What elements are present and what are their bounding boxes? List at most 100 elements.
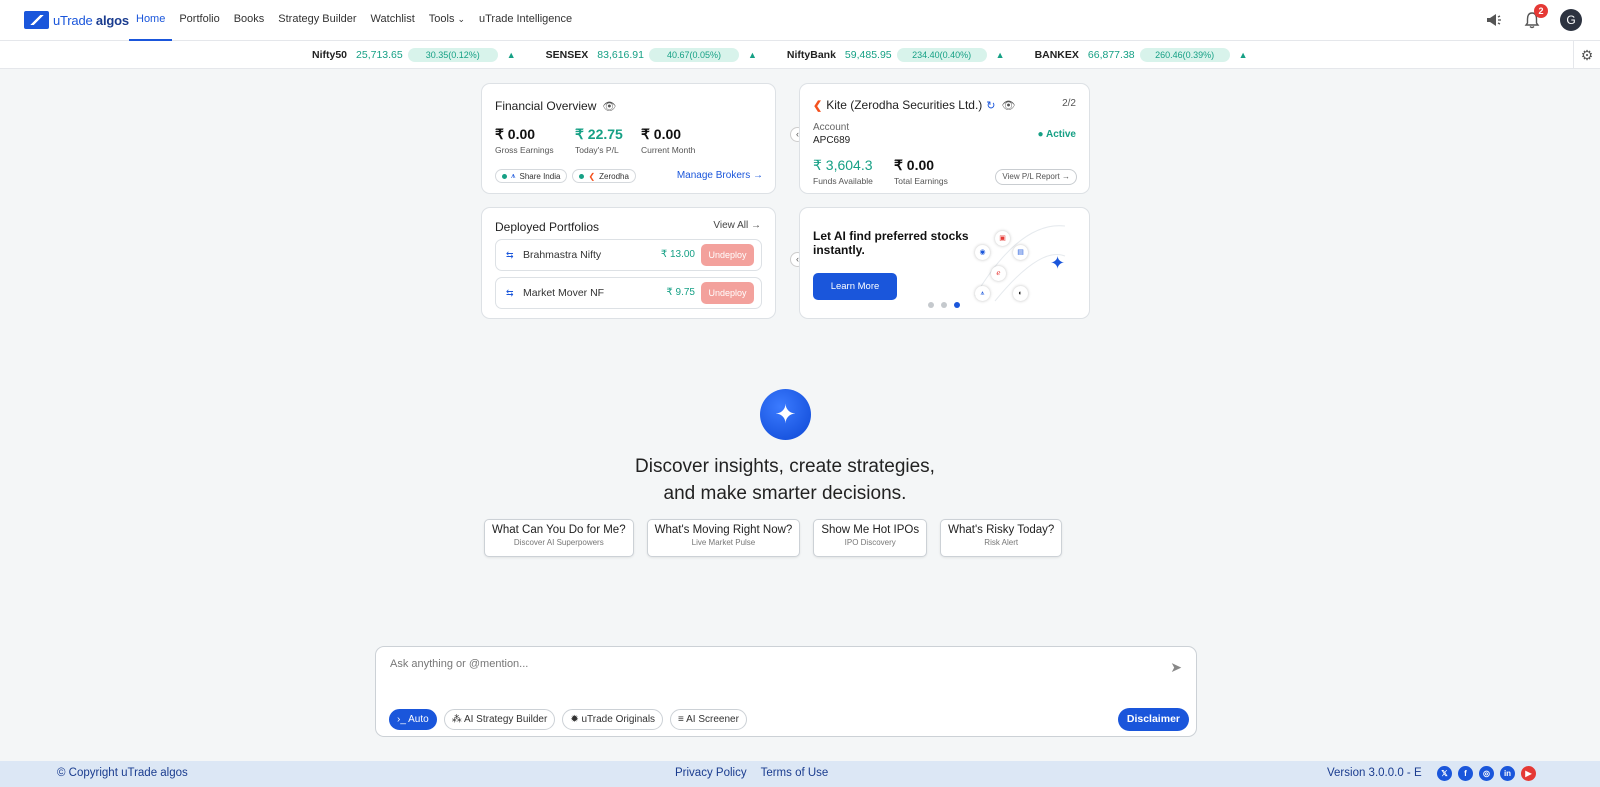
stat-value: ₹ 0.00 — [495, 126, 536, 142]
youtube-icon[interactable]: ▶ — [1521, 766, 1536, 781]
terms-of-use-link[interactable]: Terms of Use — [761, 767, 829, 779]
ticker-name: BANKEX — [1034, 49, 1079, 61]
ai-promo-headline: Let AI find preferred stocks instantly. — [813, 229, 969, 257]
disclaimer-button[interactable]: Disclaimer — [1117, 708, 1189, 731]
stat-todays-pl: ₹ 22.75 Today's P/L — [575, 126, 623, 155]
account-status-badge: ● Active — [1037, 129, 1076, 140]
status-dot — [579, 173, 585, 179]
portfolio-name: Brahmastra Nifty — [523, 249, 602, 261]
broker-chip-zerodha[interactable]: ❮ Zerodha — [572, 169, 636, 183]
brand-logo[interactable]: uTrade algos — [24, 11, 129, 29]
undeploy-button[interactable]: Undeploy — [701, 282, 754, 304]
suggested-prompt-button[interactable]: What's Moving Right Now? Live Market Puls… — [646, 519, 801, 557]
deployed-portfolios-card: Deployed Portfolios View All → ⇆ Brahmas… — [481, 207, 776, 319]
ticker-name: SENSEX — [545, 49, 589, 61]
undeploy-button[interactable]: Undeploy — [701, 244, 754, 266]
stock-logo-icon: ◉ — [975, 245, 990, 260]
stat-label: Total Earnings — [894, 176, 948, 186]
carousel-dot[interactable] — [941, 302, 947, 308]
stat-value: ₹ 22.75 — [575, 126, 623, 142]
hero-line-2: and make smarter decisions. — [663, 483, 907, 504]
view-all-link[interactable]: View All → — [713, 220, 761, 231]
financial-overview-title: Financial Overview 👁 — [495, 99, 617, 113]
nav-tools-label: Tools — [428, 13, 455, 25]
market-ticker: Nifty50 25,713.65 30.35(0.12%) ▲ SENSEX 83,61… — [0, 41, 1600, 69]
tool-label: Auto — [408, 714, 429, 725]
megaphone-icon[interactable] — [1484, 10, 1504, 30]
learn-more-button[interactable]: Learn More — [813, 273, 897, 300]
linkedin-icon[interactable]: in — [1500, 766, 1515, 781]
stock-logo-icon: ⩚ — [975, 286, 990, 301]
notification-bell-icon[interactable]: 2 — [1522, 4, 1548, 30]
ticker-value: 59,485.95 — [844, 49, 892, 61]
portfolio-row[interactable]: ⇆ Brahmastra Nifty ₹ 13.00 Undeploy — [495, 239, 762, 271]
ticker-item[interactable]: NiftyBank 59,485.95 234.40(0.40%) ▲ — [787, 48, 1005, 62]
stat-label: Current Month — [641, 145, 696, 155]
sparkle-icon: ✦ — [1050, 253, 1066, 273]
suggested-prompt-button[interactable]: What Can You Do for Me? Discover AI Super… — [484, 519, 634, 557]
broker-chip-label: Share India — [519, 171, 561, 181]
suggested-prompt-button[interactable]: What's Risky Today? Risk Alert — [940, 519, 1063, 557]
tool-auto[interactable]: ›_ Auto — [389, 709, 437, 730]
arrow-up-icon: ▲ — [747, 50, 757, 60]
manage-brokers-link[interactable]: Manage Brokers → — [677, 170, 763, 181]
nav-utrade-intelligence[interactable]: uTrade Intelligence — [472, 0, 579, 41]
carousel-dot[interactable] — [954, 302, 960, 308]
ticker-value: 83,616.91 — [597, 49, 644, 61]
broker-card-header: ❮ Kite (Zerodha Securities Ltd.) ↻ 👁 — [813, 98, 1015, 112]
hero-line-1: Discover insights, create strategies, — [635, 456, 935, 477]
tool-ai-screener[interactable]: ≡ AI Screener — [670, 709, 747, 730]
carousel-dot[interactable] — [928, 302, 934, 308]
stock-logo-icon: ▤ — [1013, 245, 1028, 260]
broker-chips: ⩚ Share India ❮ Zerodha — [495, 169, 636, 183]
share-india-logo-icon: ⩚ — [511, 171, 516, 180]
ticker-item[interactable]: Nifty50 25,713.65 30.35(0.12%) ▲ — [312, 48, 516, 62]
instagram-icon[interactable]: ◎ — [1479, 766, 1494, 781]
ticker-change-badge: 234.40(0.40%) — [896, 48, 987, 62]
ticker-name: NiftyBank — [786, 49, 836, 61]
account-label: Account — [813, 122, 850, 133]
footer-links: Privacy Policy Terms of Use — [675, 767, 828, 779]
nav-watchlist[interactable]: Watchlist — [364, 0, 422, 41]
gear-icon[interactable]: ⚙ — [1573, 41, 1600, 69]
stat-label: Gross Earnings — [495, 145, 554, 155]
prompt-title: What Can You Do for Me? — [492, 524, 626, 536]
x-icon[interactable]: 𝕏 — [1437, 766, 1452, 781]
tool-utrade-originals[interactable]: ✹ uTrade Originals — [562, 709, 664, 730]
ticker-value: 25,713.65 — [356, 49, 403, 61]
send-icon[interactable]: ➤ — [1170, 659, 1182, 676]
ticker-item[interactable]: SENSEX 83,616.91 40.67(0.05%) ▲ — [546, 48, 757, 62]
funds-available: ₹ 3,604.3 Funds Available — [813, 157, 873, 186]
chat-input[interactable] — [390, 655, 1130, 673]
view-pl-report-button[interactable]: View P/L Report → — [995, 169, 1077, 185]
ticker-value: 66,877.38 — [1087, 49, 1135, 61]
tool-label: AI Screener — [686, 714, 739, 725]
ticker-item[interactable]: BANKEX 66,877.38 260.46(0.39%) ▲ — [1035, 48, 1248, 62]
facebook-icon[interactable]: f — [1458, 766, 1473, 781]
portfolio-icon: ⇆ — [506, 250, 514, 260]
broker-account-card: ❮ Kite (Zerodha Securities Ltd.) ↻ 👁 2/2… — [799, 83, 1090, 194]
portfolio-icon: ⇆ — [506, 288, 514, 298]
portfolio-row[interactable]: ⇆ Market Mover NF ₹ 9.75 Undeploy — [495, 277, 762, 309]
eye-icon[interactable]: 👁 — [602, 100, 616, 113]
version-text: Version 3.0.0.0 - E — [1327, 767, 1422, 779]
eye-icon[interactable]: 👁 — [1002, 99, 1016, 112]
refresh-icon[interactable]: ↻ — [986, 99, 995, 112]
social-links: 𝕏f ◎ in ▶ — [1437, 766, 1536, 781]
privacy-policy-link[interactable]: Privacy Policy — [675, 767, 747, 779]
prompt-subtitle: IPO Discovery — [844, 538, 896, 547]
broker-chip-share-india[interactable]: ⩚ Share India — [495, 169, 568, 183]
nav-books[interactable]: Books — [227, 0, 272, 41]
arrow-up-icon: ▲ — [1238, 50, 1248, 60]
main-nav: Home Portfolio Books Strategy Builder Wa… — [129, 0, 579, 41]
suggested-prompt-button[interactable]: Show Me Hot IPOs IPO Discovery — [813, 519, 928, 557]
tool-ai-strategy-builder[interactable]: ⁂ AI Strategy Builder — [443, 709, 556, 730]
nav-tools[interactable]: Tools ⌄ — [422, 0, 472, 41]
user-avatar[interactable]: G — [1560, 9, 1582, 31]
ticker-change-badge: 40.67(0.05%) — [648, 48, 739, 62]
nav-portfolio[interactable]: Portfolio — [172, 0, 226, 41]
nav-strategy-builder[interactable]: Strategy Builder — [271, 0, 363, 41]
broker-chip-label: Zerodha — [599, 171, 629, 181]
terminal-icon: ›_ — [397, 714, 409, 725]
nav-home[interactable]: Home — [129, 0, 173, 41]
